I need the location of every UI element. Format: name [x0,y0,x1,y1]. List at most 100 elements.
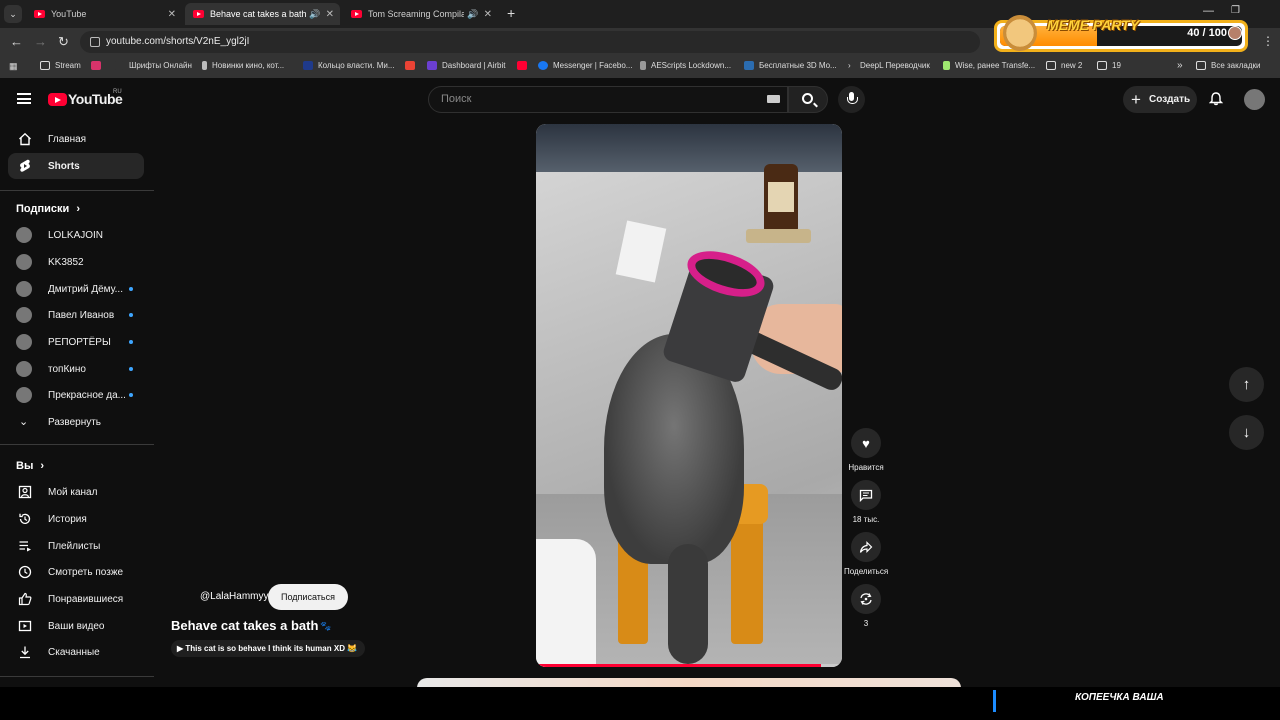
bookmark-youtube[interactable] [517,61,532,70]
bookmark-stream[interactable]: Stream [40,61,81,70]
you-heading[interactable]: Вы › [16,460,44,472]
apps-grid-icon[interactable]: ▦ [9,61,18,72]
video-progress-fill [536,664,821,667]
sidebar-sub-kk3852[interactable]: KK3852 [8,249,144,275]
sidebar-sub-pavel[interactable]: Павел Иванов [8,302,144,328]
subscribe-button[interactable]: Подписаться [268,584,348,610]
speaker-icon[interactable]: 🔊 [467,9,478,20]
description-chip[interactable]: ▶ This cat is so behave I think its huma… [171,640,366,657]
reload-icon[interactable]: ↻ [58,34,69,50]
speaker-icon[interactable]: 🔊 [309,9,320,20]
back-icon[interactable]: ← [10,34,23,49]
tab-search-dropdown[interactable]: ⌄ [4,5,22,23]
sidebar-item-downloads[interactable]: Скачанные [8,639,144,665]
sidebar-item-shorts[interactable]: Shorts [8,153,144,179]
bookmark-movies[interactable]: Новинки кино, кот... [202,61,284,70]
sidebar-item-liked[interactable]: Понравившиеся [8,586,144,612]
account-avatar[interactable] [1244,89,1265,110]
url-field[interactable]: youtube.com/shorts/V2nE_ygl2jI [80,31,980,53]
close-tab-icon[interactable]: ✕ [168,9,176,20]
share-icon[interactable] [851,532,881,562]
coin-icon [1228,26,1242,40]
bookmark-19[interactable]: 19 [1097,61,1121,70]
new-content-dot [129,367,133,371]
bookmark-rings[interactable]: Кольцо власти. Ми... [303,61,395,70]
share-arrow-icon [859,540,873,553]
sidebar-item-label: LOLKAJOIN [48,229,104,241]
remix-icon[interactable] [851,584,881,614]
keyboard-icon[interactable] [767,95,780,103]
bookmark-airbit[interactable]: Dashboard | Airbit [427,61,505,70]
bookmark-gmail[interactable] [405,61,420,70]
heart-icon[interactable]: ♥ [851,428,881,458]
forward-icon[interactable]: → [34,34,47,49]
sidebar-sub-prekrasnoe[interactable]: Прекрасное да... [8,382,144,408]
sidebar-item-playlists[interactable]: Плейлисты [8,533,144,559]
remix-action[interactable]: 3 [844,584,888,628]
sidebar-sub-topkino[interactable]: топКино [8,356,144,382]
like-action[interactable]: ♥ Нравится [844,428,888,472]
create-button[interactable]: + Создать [1123,86,1197,113]
video-progress-bar[interactable] [536,664,842,667]
bookmark-deepl[interactable]: › DeepL Переводчик [848,61,930,70]
new-content-dot [129,287,133,291]
comment-icon[interactable] [851,480,881,510]
browser-menu-icon[interactable]: ⋮ [1262,34,1274,48]
menu-icon[interactable] [17,93,31,104]
bookmark-label: Dashboard | Airbit [442,61,506,70]
minimize-button[interactable]: — [1203,5,1214,17]
short-video-player[interactable] [536,124,842,667]
tab-label: YouTube [51,9,87,19]
sidebar-item-label: Плейлисты [48,540,101,552]
sidebar-item-home[interactable]: Главная [8,126,144,152]
search-input[interactable]: Поиск [428,86,788,113]
youtube-logo-icon[interactable] [48,93,67,106]
bookmark-new2[interactable]: new 2 [1046,61,1082,70]
notifications-bell-icon[interactable] [1209,92,1223,106]
clock-icon [18,565,32,579]
sidebar-item-your-videos[interactable]: Ваши видео [8,613,144,639]
share-label: Поделиться [844,567,889,576]
bookmark-label: Бесплатные 3D Mo... [759,61,837,70]
search-button[interactable] [788,86,828,113]
close-tab-icon[interactable]: ✕ [326,9,334,20]
bookmark-3d-models[interactable]: Бесплатные 3D Mo... [744,61,837,70]
sidebar-item-history[interactable]: История [8,506,144,532]
sidebar-sub-reportery[interactable]: РЕПОРТЁРЫ [8,329,144,355]
bookmark-favicon-icon [427,61,437,70]
video-title[interactable]: Behave cat takes a bath [171,618,318,633]
channel-handle[interactable]: @LalaHammyy [200,591,269,602]
home-icon [19,132,31,146]
bookmark-wise[interactable]: Wise, ранее Transfe... [943,61,1035,70]
site-info-icon[interactable] [90,37,100,47]
comments-action[interactable]: 18 тыс. [844,480,888,524]
tab-tom-screaming[interactable]: Tom Screaming Compilation 🔊 ✕ [343,3,498,25]
more-bookmarks-icon[interactable]: » [1177,60,1183,71]
sidebar-sub-lolkajoin[interactable]: LOLKAJOIN [8,222,144,248]
subscriptions-heading[interactable]: Подписки › [16,203,80,215]
bookmark-label: Wise, ранее Transfe... [955,61,1036,70]
sidebar-item-my-channel[interactable]: Мой канал [8,479,144,505]
download-icon [20,646,30,659]
voice-search-button[interactable] [838,86,865,113]
sidebar-item-label: Ваши видео [48,620,105,632]
new-tab-button[interactable]: + [507,5,515,21]
close-tab-icon[interactable]: ✕ [484,9,492,20]
tab-youtube[interactable]: YouTube ✕ [26,3,182,25]
share-action[interactable]: Поделиться [844,532,888,576]
all-bookmarks[interactable]: Все закладки [1196,61,1260,70]
next-short-button[interactable]: ↓ [1229,415,1264,450]
sidebar-sub-dmitry[interactable]: Дмитрий Дёму... [8,276,144,302]
sidebar-expand[interactable]: ⌄ Развернуть [8,409,144,435]
restore-button[interactable]: ❐ [1231,5,1240,16]
paw-icon: 🐾 [320,621,332,631]
bookmark-item[interactable] [91,61,106,70]
bookmark-aescripts[interactable]: AEScripts Lockdown... [640,61,731,70]
bookmark-label: Шрифты Онлайн [129,61,192,70]
bookmark-fonts[interactable]: Шрифты Онлайн [114,61,192,70]
sidebar-item-watch-later[interactable]: Смотреть позже [8,559,144,585]
previous-short-button[interactable]: ↑ [1229,367,1264,402]
tab-behave-cat[interactable]: Behave cat takes a bath 🔊 ✕ [185,3,340,25]
sidebar-item-label: Развернуть [48,416,102,428]
bookmark-messenger[interactable]: Messenger | Facebo... [538,61,632,70]
